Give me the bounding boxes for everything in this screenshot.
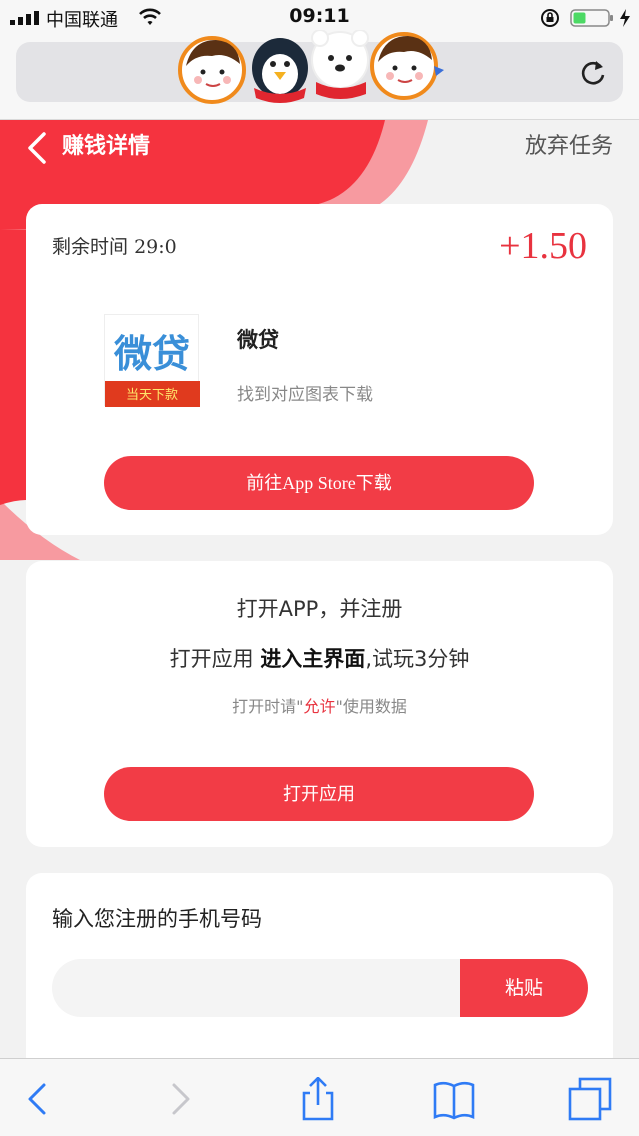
paste-button[interactable]: 粘贴 — [460, 959, 588, 1017]
back-arrow-icon[interactable] — [24, 130, 48, 166]
rotation-lock-icon — [541, 9, 559, 27]
app-name: 微贷 — [237, 328, 279, 352]
open-app-button[interactable]: 打开应用 — [104, 767, 534, 821]
page-title: 赚钱详情 — [62, 134, 151, 159]
abandon-task-button[interactable]: 放弃任务 — [525, 130, 613, 164]
app-icon-text: 微贷 — [113, 332, 190, 376]
step-hint-prefix: 打开时请" — [232, 697, 304, 716]
step-hint-suffix: "使用数据 — [335, 697, 407, 716]
forward-icon[interactable] — [158, 1077, 202, 1121]
step-hint: 打开时请"允许"使用数据 — [26, 693, 613, 717]
remaining-time-value: 29:0 — [134, 236, 177, 258]
bookmarks-icon[interactable] — [432, 1077, 476, 1121]
charging-bolt-icon — [620, 9, 630, 27]
phone-label: 输入您注册的手机号码 — [52, 907, 262, 931]
step-instruction-suffix: ,试玩3分钟 — [365, 647, 470, 671]
phone-card: 输入您注册的手机号码 粘贴 — [26, 873, 613, 1073]
reward-amount: +1.50 — [499, 225, 587, 267]
app-icon-banner: 当天下款 — [126, 388, 178, 403]
battery-icon — [570, 9, 613, 27]
share-icon[interactable] — [296, 1077, 340, 1121]
remaining-time-label: 剩余时间 — [52, 236, 129, 258]
step-instruction-prefix: 打开应用 — [169, 647, 261, 671]
step-card: 打开APP，并注册 打开应用 进入主界面,试玩3分钟 打开时请"允许"使用数据 … — [26, 561, 613, 847]
phone-input[interactable] — [52, 959, 487, 1017]
app-icon: 微贷 当天下款 — [104, 314, 200, 407]
weidai-logo-icon: 微贷 当天下款 — [105, 332, 200, 407]
step-instruction: 打开应用 进入主界面,试玩3分钟 — [26, 643, 613, 673]
back-icon[interactable] — [16, 1077, 60, 1121]
step-hint-allow: 允许 — [303, 697, 336, 716]
step-title: 打开APP，并注册 — [236, 597, 403, 621]
remaining-time: 剩余时间 29:0 — [52, 232, 177, 259]
reload-icon[interactable] — [577, 57, 609, 89]
app-description: 找到对应图表下载 — [237, 385, 373, 405]
task-card: 剩余时间 29:0 +1.50 微贷 当天下款 微贷 找到对应图表下载 前往Ap… — [26, 204, 613, 535]
step-instruction-bold: 进入主界面 — [260, 647, 366, 671]
browser-toolbar — [0, 1058, 639, 1136]
cartoon-stickers — [178, 30, 444, 104]
app-store-download-button[interactable]: 前往App Store下载 — [104, 456, 534, 510]
browser-address-area — [0, 30, 639, 120]
tabs-icon[interactable] — [568, 1077, 612, 1121]
